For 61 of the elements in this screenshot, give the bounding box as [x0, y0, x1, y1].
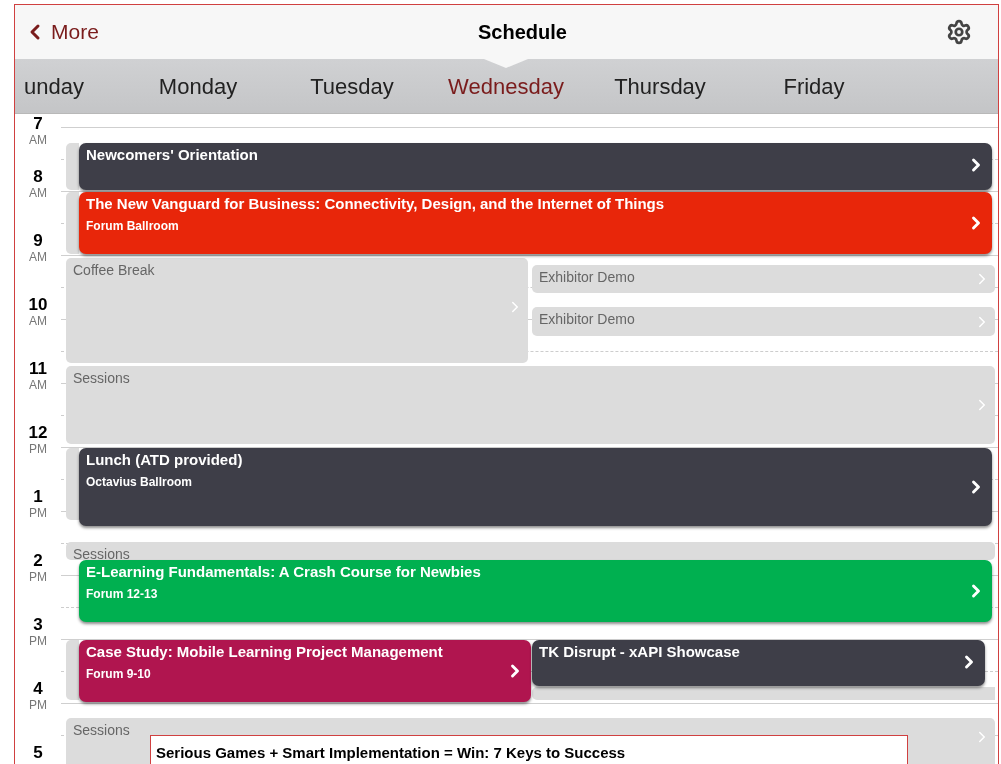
event-title: The New Vanguard for Business: Connectivity, Design, and the Internet of Things [86, 195, 665, 213]
hour-label: 8 [33, 167, 43, 186]
period-label: AM [29, 133, 47, 147]
event-card[interactable]: Newcomers' Orientation [79, 143, 992, 190]
event-card[interactable]: The New Vanguard for Business: Connectivity, Design, and the Internet of Things Forum Ballroom [79, 192, 992, 254]
day-tab[interactable]: unday [15, 59, 121, 113]
hour-label: 11 [29, 359, 47, 378]
event-title: TK Disrupt - xAPI Showcase [539, 643, 740, 661]
hour-label: 1 [33, 487, 43, 506]
event-location: Octavius Ballroom [86, 475, 193, 490]
popup-title: Serious Games + Smart Implementation = Win: 7 Keys to Success [156, 744, 627, 761]
event-title: Coffee Break [73, 261, 155, 280]
period-label: AM [29, 250, 47, 264]
event-block[interactable]: Sessions [66, 542, 995, 560]
hour-label: 7 [33, 114, 43, 133]
event-card[interactable]: Case Study: Mobile Learning Project Management Forum 9-10 [79, 640, 531, 702]
event-title: Sessions [73, 369, 130, 388]
hour-label: 2 [33, 551, 43, 570]
hour-label: 12 [28, 423, 48, 442]
event-block[interactable]: Exhibitor Demo [532, 265, 995, 293]
event-block[interactable] [66, 448, 79, 520]
period-label: PM [29, 442, 47, 456]
event-title: Case Study: Mobile Learning Project Management [86, 643, 443, 661]
hour-label: 10 [28, 295, 48, 314]
event-location: Forum 12-13 [86, 587, 158, 602]
day-tab[interactable]: Thursday [583, 59, 737, 113]
event-card[interactable]: TK Disrupt - xAPI Showcase [532, 640, 985, 686]
day-tab[interactable]: Tuesday [275, 59, 429, 113]
event-block[interactable]: Exhibitor Demo [532, 307, 995, 336]
period-label: PM [29, 698, 47, 712]
period-label: AM [29, 186, 47, 200]
event-location: Forum Ballroom [86, 219, 179, 234]
period-label: PM [29, 506, 47, 520]
day-tab[interactable]: Wednesday [429, 59, 583, 113]
period-label: AM [29, 378, 47, 392]
day-tab[interactable]: Friday [737, 59, 891, 113]
event-block[interactable] [66, 640, 79, 700]
period-label: PM [29, 570, 47, 584]
hour-label: 5 [33, 743, 43, 762]
event-block[interactable]: Coffee Break [66, 258, 528, 363]
period-label: PM [29, 634, 47, 648]
screen-title: Schedule [477, 20, 567, 45]
event-title: Exhibitor Demo [539, 310, 635, 329]
event-title: Exhibitor Demo [539, 268, 635, 287]
back-button[interactable]: More [23, 16, 99, 48]
event-title: Newcomers' Orientation [86, 146, 258, 164]
period-label: AM [29, 314, 47, 328]
event-title: Sessions [73, 721, 130, 740]
event-card[interactable]: Lunch (ATD provided) Octavius Ballroom [79, 448, 992, 526]
hour-label: 3 [33, 615, 43, 634]
event-title: E-Learning Fundamentals: A Crash Course for Newbies [86, 563, 481, 581]
day-tab[interactable]: Monday [121, 59, 275, 113]
hour-label: 9 [33, 231, 43, 250]
event-title: Lunch (ATD provided) [86, 451, 243, 469]
event-block[interactable] [66, 192, 79, 254]
hour-label: 4 [33, 679, 43, 698]
event-location: Forum 9-10 [86, 667, 151, 682]
settings-icon[interactable] [946, 19, 972, 45]
event-block[interactable] [66, 143, 79, 190]
event-block[interactable]: Sessions [66, 366, 995, 444]
event-block[interactable] [532, 687, 995, 700]
